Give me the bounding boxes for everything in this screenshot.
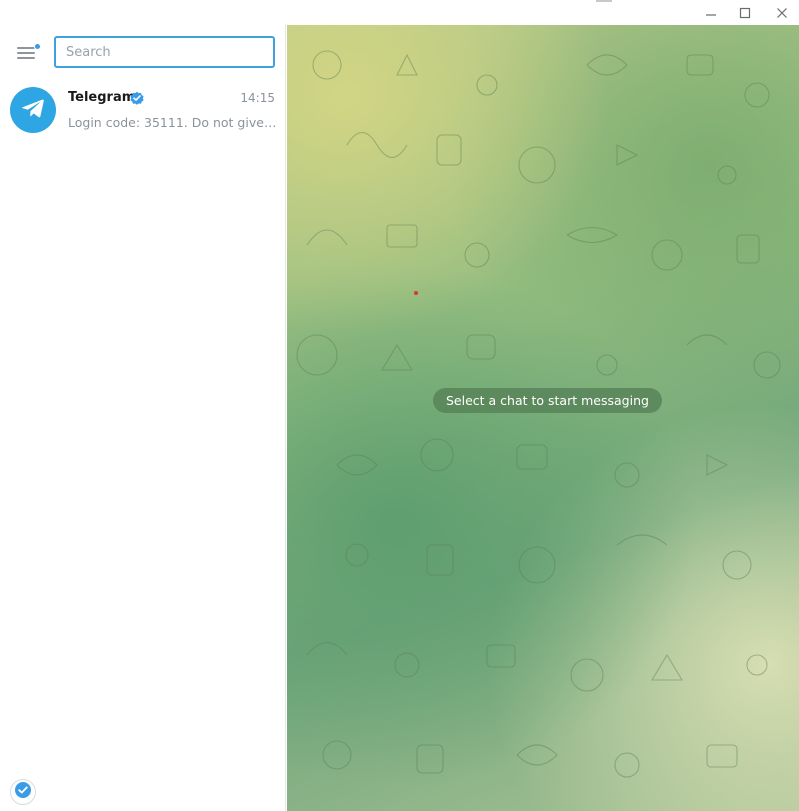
shield-check-icon [14,781,32,803]
doodle-pattern [296,50,781,778]
main-menu-button[interactable] [13,41,41,65]
cursor-dot [414,291,418,295]
search-input[interactable] [54,36,275,68]
chat-list-panel: Telegram 14:15 Login code: 35111. Do not… [0,25,286,811]
close-icon [776,7,788,19]
chat-list-item[interactable]: Telegram 14:15 Login code: 35111. Do not… [0,81,285,143]
chat-time: 14:15 [240,91,275,105]
maximize-button[interactable] [728,0,762,25]
minimize-button[interactable] [694,0,728,25]
minimize-icon [705,7,717,19]
maximize-icon [739,7,751,19]
verified-badge-icon [129,90,145,106]
empty-state-message: Select a chat to start messaging [433,388,662,413]
notification-dot [34,43,41,50]
close-button[interactable] [765,0,799,25]
title-bar [0,0,799,25]
telegram-plane-icon [20,95,46,125]
chat-name: Telegram [68,90,136,105]
chat-preview: Login code: 35111. Do not give thi… [68,115,278,130]
security-badge-button[interactable] [10,779,36,805]
drag-handle [596,0,612,2]
chat-avatar [10,87,56,133]
chat-background: Select a chat to start messaging [287,25,799,811]
